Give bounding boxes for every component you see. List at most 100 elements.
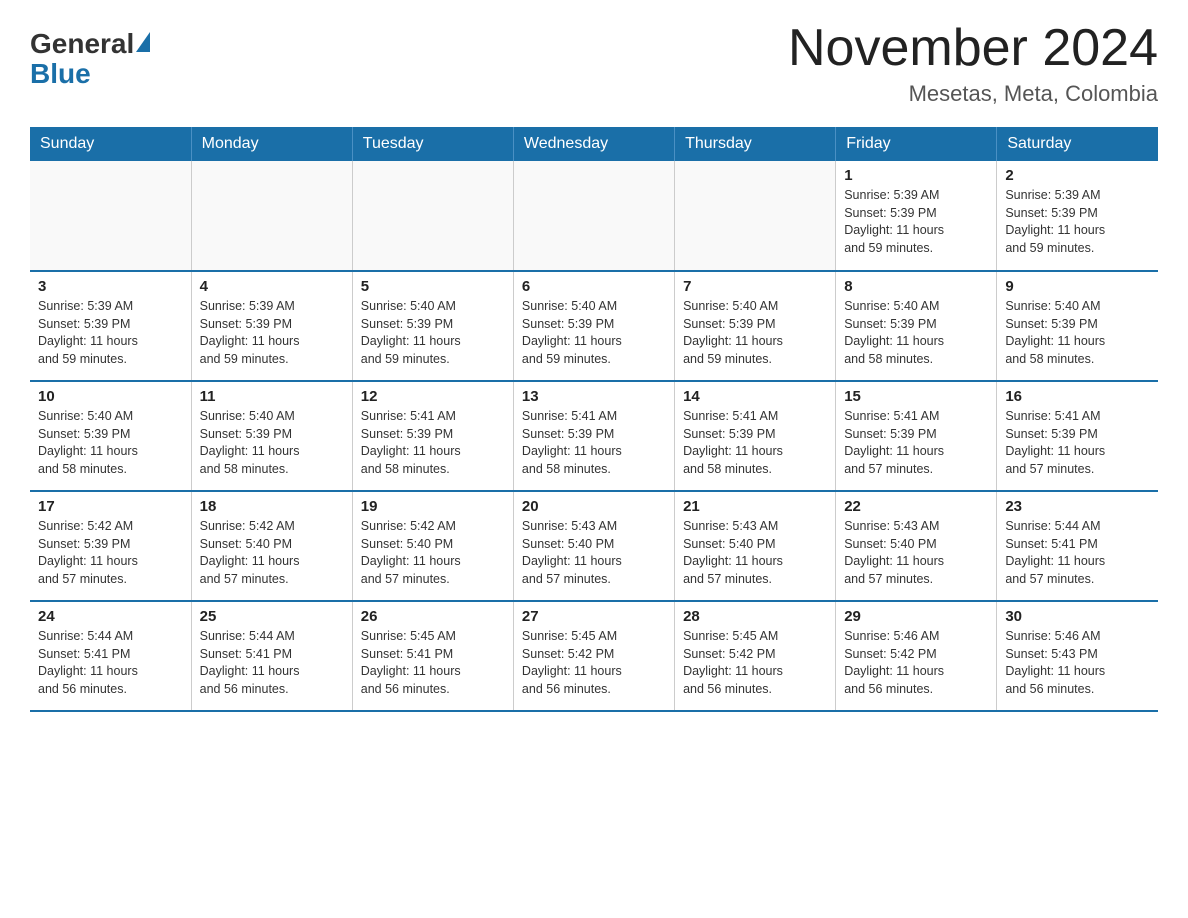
logo-general-text: General	[30, 30, 134, 58]
week-row-1: 1 Sunrise: 5:39 AMSunset: 5:39 PMDaylight…	[30, 161, 1158, 271]
day-number: 3	[38, 278, 183, 295]
day-info: Sunrise: 5:40 AMSunset: 5:39 PMDaylight:…	[200, 408, 344, 478]
day-cell: 27Sunrise: 5:45 AMSunset: 5:42 PMDayligh…	[513, 601, 674, 711]
col-wednesday: Wednesday	[513, 127, 674, 161]
day-info: Sunrise: 5:45 AMSunset: 5:41 PMDaylight:…	[361, 628, 505, 698]
day-number: 19	[361, 498, 505, 515]
day-cell: 3 Sunrise: 5:39 AMSunset: 5:39 PMDaylight…	[30, 271, 191, 381]
day-cell: 23 Sunrise: 5:44 AMSunset: 5:41 PMDayligh…	[997, 491, 1158, 601]
day-cell: 30 Sunrise: 5:46 AMSunset: 5:43 PMDayligh…	[997, 601, 1158, 711]
day-cell: 17Sunrise: 5:42 AMSunset: 5:39 PMDayligh…	[30, 491, 191, 601]
day-info: Sunrise: 5:40 AMSunset: 5:39 PMDaylight:…	[522, 298, 666, 368]
day-info: Sunrise: 5:39 AMSunset: 5:39 PMDaylight:…	[1005, 187, 1150, 257]
day-info: Sunrise: 5:40 AMSunset: 5:39 PMDaylight:…	[38, 408, 183, 478]
day-info: Sunrise: 5:43 AMSunset: 5:40 PMDaylight:…	[683, 518, 827, 588]
day-cell: 7 Sunrise: 5:40 AMSunset: 5:39 PMDaylight…	[675, 271, 836, 381]
day-number: 8	[844, 278, 988, 295]
day-number: 25	[200, 608, 344, 625]
day-info: Sunrise: 5:42 AMSunset: 5:40 PMDaylight:…	[361, 518, 505, 588]
day-cell: 5 Sunrise: 5:40 AMSunset: 5:39 PMDaylight…	[352, 271, 513, 381]
day-number: 7	[683, 278, 827, 295]
day-cell: 24 Sunrise: 5:44 AMSunset: 5:41 PMDayligh…	[30, 601, 191, 711]
day-number: 22	[844, 498, 988, 515]
day-number: 28	[683, 608, 827, 625]
calendar-body: 1 Sunrise: 5:39 AMSunset: 5:39 PMDaylight…	[30, 161, 1158, 711]
day-cell	[675, 161, 836, 271]
day-cell	[513, 161, 674, 271]
day-number: 26	[361, 608, 505, 625]
day-info: Sunrise: 5:39 AMSunset: 5:39 PMDaylight:…	[844, 187, 988, 257]
day-cell: 26 Sunrise: 5:45 AMSunset: 5:41 PMDayligh…	[352, 601, 513, 711]
day-cell: 12 Sunrise: 5:41 AMSunset: 5:39 PMDayligh…	[352, 381, 513, 491]
week-row-4: 17Sunrise: 5:42 AMSunset: 5:39 PMDayligh…	[30, 491, 1158, 601]
day-info: Sunrise: 5:43 AMSunset: 5:40 PMDaylight:…	[522, 518, 666, 588]
day-info: Sunrise: 5:45 AMSunset: 5:42 PMDaylight:…	[522, 628, 666, 698]
day-cell: 11Sunrise: 5:40 AMSunset: 5:39 PMDayligh…	[191, 381, 352, 491]
day-cell: 19 Sunrise: 5:42 AMSunset: 5:40 PMDayligh…	[352, 491, 513, 601]
day-info: Sunrise: 5:41 AMSunset: 5:39 PMDaylight:…	[683, 408, 827, 478]
day-number: 24	[38, 608, 183, 625]
day-number: 5	[361, 278, 505, 295]
col-friday: Friday	[836, 127, 997, 161]
col-saturday: Saturday	[997, 127, 1158, 161]
day-info: Sunrise: 5:39 AMSunset: 5:39 PMDaylight:…	[38, 298, 183, 368]
day-info: Sunrise: 5:46 AMSunset: 5:43 PMDaylight:…	[1005, 628, 1150, 698]
logo-triangle-icon	[136, 32, 150, 52]
day-cell: 13Sunrise: 5:41 AMSunset: 5:39 PMDayligh…	[513, 381, 674, 491]
title-area: November 2024 Mesetas, Meta, Colombia	[788, 20, 1158, 107]
day-number: 15	[844, 388, 988, 405]
col-thursday: Thursday	[675, 127, 836, 161]
day-cell: 29 Sunrise: 5:46 AMSunset: 5:42 PMDayligh…	[836, 601, 997, 711]
logo-blue-label: Blue	[30, 58, 91, 89]
day-number: 18	[200, 498, 344, 515]
day-number: 30	[1005, 608, 1150, 625]
calendar-header: SundayMondayTuesdayWednesdayThursdayFrid…	[30, 127, 1158, 161]
day-info: Sunrise: 5:41 AMSunset: 5:39 PMDaylight:…	[522, 408, 666, 478]
day-cell: 25Sunrise: 5:44 AMSunset: 5:41 PMDayligh…	[191, 601, 352, 711]
day-info: Sunrise: 5:42 AMSunset: 5:39 PMDaylight:…	[38, 518, 183, 588]
day-info: Sunrise: 5:46 AMSunset: 5:42 PMDaylight:…	[844, 628, 988, 698]
week-row-2: 3 Sunrise: 5:39 AMSunset: 5:39 PMDaylight…	[30, 271, 1158, 381]
day-number: 12	[361, 388, 505, 405]
day-info: Sunrise: 5:40 AMSunset: 5:39 PMDaylight:…	[844, 298, 988, 368]
day-cell: 4 Sunrise: 5:39 AMSunset: 5:39 PMDaylight…	[191, 271, 352, 381]
day-number: 21	[683, 498, 827, 515]
day-info: Sunrise: 5:41 AMSunset: 5:39 PMDaylight:…	[844, 408, 988, 478]
day-cell: 21 Sunrise: 5:43 AMSunset: 5:40 PMDayligh…	[675, 491, 836, 601]
day-info: Sunrise: 5:44 AMSunset: 5:41 PMDaylight:…	[38, 628, 183, 698]
header: General Blue November 2024 Mesetas, Meta…	[30, 20, 1158, 107]
day-cell: 9 Sunrise: 5:40 AMSunset: 5:39 PMDaylight…	[997, 271, 1158, 381]
day-info: Sunrise: 5:41 AMSunset: 5:39 PMDaylight:…	[1005, 408, 1150, 478]
day-info: Sunrise: 5:39 AMSunset: 5:39 PMDaylight:…	[200, 298, 344, 368]
day-number: 10	[38, 388, 183, 405]
day-number: 4	[200, 278, 344, 295]
day-number: 1	[844, 167, 988, 184]
day-cell: 15 Sunrise: 5:41 AMSunset: 5:39 PMDayligh…	[836, 381, 997, 491]
day-cell: 20Sunrise: 5:43 AMSunset: 5:40 PMDayligh…	[513, 491, 674, 601]
logo-row1: General	[30, 30, 150, 58]
day-info: Sunrise: 5:42 AMSunset: 5:40 PMDaylight:…	[200, 518, 344, 588]
day-info: Sunrise: 5:40 AMSunset: 5:39 PMDaylight:…	[361, 298, 505, 368]
day-info: Sunrise: 5:41 AMSunset: 5:39 PMDaylight:…	[361, 408, 505, 478]
day-cell: 28Sunrise: 5:45 AMSunset: 5:42 PMDayligh…	[675, 601, 836, 711]
day-number: 9	[1005, 278, 1150, 295]
day-cell: 22 Sunrise: 5:43 AMSunset: 5:40 PMDayligh…	[836, 491, 997, 601]
day-info: Sunrise: 5:40 AMSunset: 5:39 PMDaylight:…	[683, 298, 827, 368]
day-number: 2	[1005, 167, 1150, 184]
calendar-subtitle: Mesetas, Meta, Colombia	[788, 81, 1158, 107]
day-cell: 18 Sunrise: 5:42 AMSunset: 5:40 PMDayligh…	[191, 491, 352, 601]
logo-wrapper: General Blue	[30, 30, 150, 90]
day-info: Sunrise: 5:40 AMSunset: 5:39 PMDaylight:…	[1005, 298, 1150, 368]
day-info: Sunrise: 5:43 AMSunset: 5:40 PMDaylight:…	[844, 518, 988, 588]
week-row-5: 24 Sunrise: 5:44 AMSunset: 5:41 PMDayligh…	[30, 601, 1158, 711]
day-cell	[352, 161, 513, 271]
logo-area: General Blue	[30, 20, 150, 90]
header-row: SundayMondayTuesdayWednesdayThursdayFrid…	[30, 127, 1158, 161]
day-cell: 16Sunrise: 5:41 AMSunset: 5:39 PMDayligh…	[997, 381, 1158, 491]
col-tuesday: Tuesday	[352, 127, 513, 161]
day-number: 23	[1005, 498, 1150, 515]
calendar-title: November 2024	[788, 20, 1158, 77]
day-info: Sunrise: 5:44 AMSunset: 5:41 PMDaylight:…	[1005, 518, 1150, 588]
day-cell: 6Sunrise: 5:40 AMSunset: 5:39 PMDaylight…	[513, 271, 674, 381]
day-number: 29	[844, 608, 988, 625]
